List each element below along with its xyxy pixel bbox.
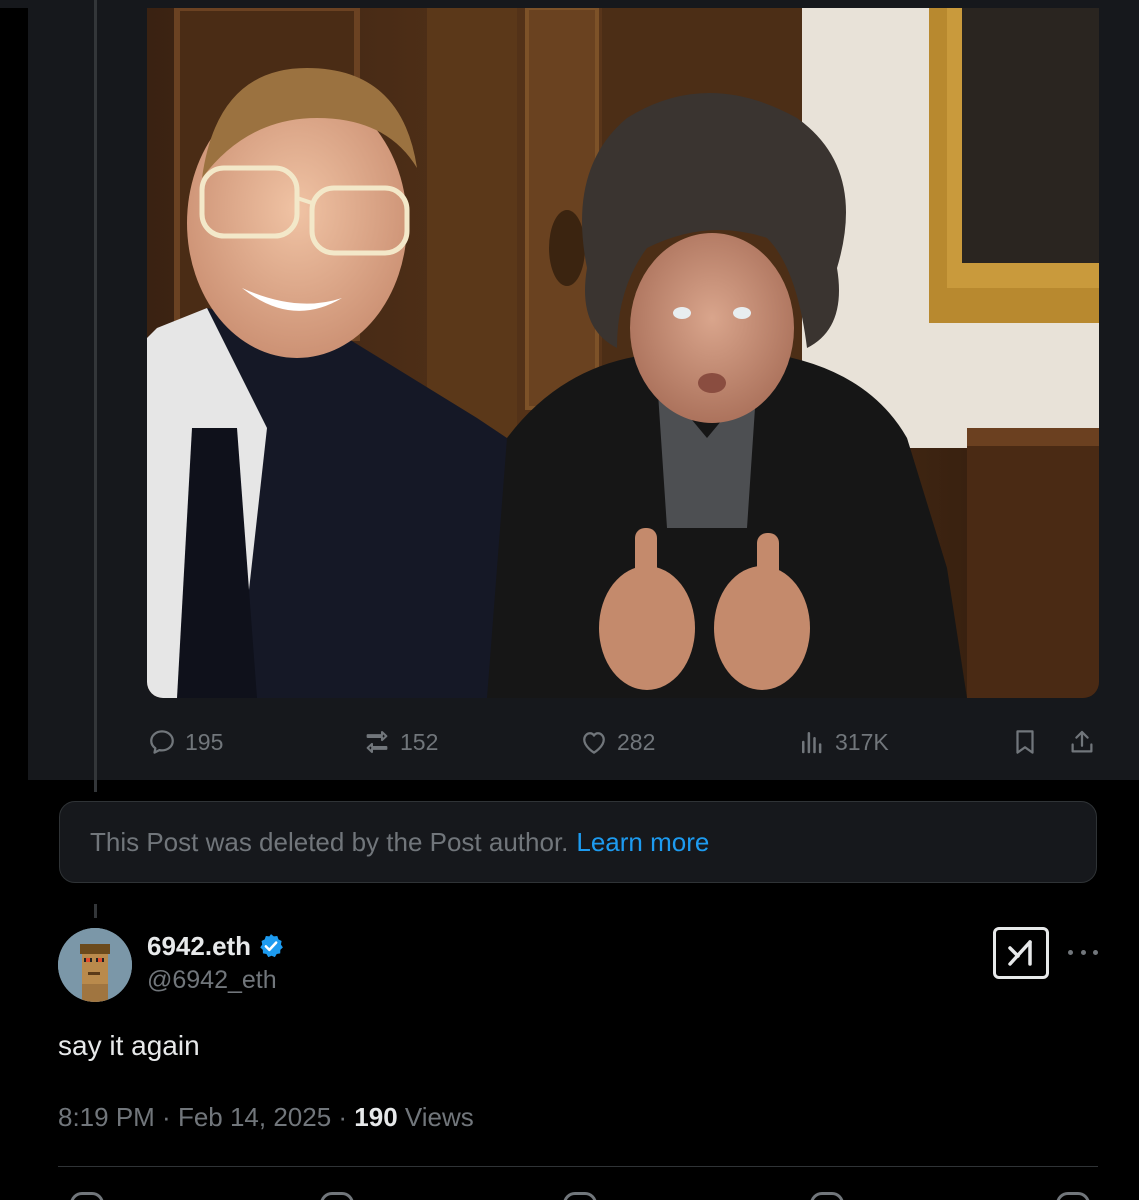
verified-badge-icon[interactable] bbox=[257, 932, 285, 960]
post-time[interactable]: 8:19 PM bbox=[58, 1102, 155, 1133]
share-icon bbox=[1071, 730, 1093, 753]
bookmark-icon[interactable] bbox=[810, 1192, 844, 1200]
deleted-notice-text: This Post was deleted by the Post author… bbox=[90, 826, 569, 857]
views-count: 317K bbox=[835, 729, 889, 755]
author-name-row[interactable]: 6942.eth bbox=[147, 928, 285, 964]
author-handle[interactable]: @6942_eth bbox=[147, 966, 277, 995]
divider bbox=[58, 1166, 1098, 1167]
post-date[interactable]: Feb 14, 2025 bbox=[178, 1102, 331, 1133]
thread-connector-line bbox=[94, 0, 97, 792]
thread-view: 195 152 282 317K This Post was deleted b… bbox=[0, 0, 1139, 1200]
reply-icon bbox=[150, 730, 174, 754]
share-button[interactable] bbox=[1067, 722, 1105, 762]
post-actions-clipped bbox=[58, 1188, 1098, 1200]
deleted-post-notice: This Post was deleted by the Post author… bbox=[59, 801, 1097, 883]
bookmark-button[interactable] bbox=[1010, 722, 1048, 762]
thread-connector-line-lower bbox=[94, 904, 97, 918]
display-name[interactable]: 6942.eth bbox=[147, 931, 251, 962]
meta-separator: · bbox=[154, 1102, 178, 1132]
avatar-image bbox=[58, 928, 132, 1002]
post-views-label-text: Views bbox=[404, 1102, 474, 1132]
bookmark-icon bbox=[1016, 730, 1034, 754]
more-dot bbox=[1093, 949, 1098, 955]
reply-icon[interactable] bbox=[70, 1192, 104, 1200]
like-count: 282 bbox=[617, 729, 656, 755]
avatar[interactable] bbox=[58, 928, 132, 1002]
more-icon[interactable] bbox=[1068, 940, 1098, 964]
repost-count: 152 bbox=[400, 729, 439, 755]
reply-count: 195 bbox=[185, 729, 224, 755]
post-views-count: 190 bbox=[354, 1102, 398, 1132]
repost-icon[interactable] bbox=[320, 1192, 354, 1200]
learn-more-link[interactable]: Learn more bbox=[576, 827, 709, 858]
more-dot bbox=[1068, 949, 1073, 955]
heart-icon[interactable] bbox=[563, 1192, 597, 1200]
post-photo[interactable] bbox=[147, 8, 1099, 698]
repost-icon bbox=[366, 731, 388, 753]
post-meta: 8:19 PM · Feb 14, 2025 · 190 Views bbox=[58, 1102, 474, 1133]
reply-button[interactable]: 195 bbox=[147, 722, 223, 762]
photo-illustration bbox=[147, 8, 1099, 698]
meta-separator: · bbox=[331, 1102, 355, 1132]
post-text: say it again bbox=[58, 1030, 200, 1061]
repost-button[interactable]: 152 bbox=[362, 722, 438, 762]
views-icon bbox=[802, 732, 822, 754]
heart-icon bbox=[583, 732, 605, 754]
post-views-label bbox=[398, 1102, 405, 1133]
like-button[interactable]: 282 bbox=[579, 722, 655, 762]
top-strip bbox=[0, 0, 1139, 8]
grok-button[interactable] bbox=[993, 927, 1049, 979]
share-icon[interactable] bbox=[1056, 1192, 1090, 1200]
quoted-post-actions: 195 152 282 317K bbox=[147, 722, 1099, 762]
views-button[interactable]: 317K bbox=[797, 722, 889, 762]
more-dot bbox=[1080, 949, 1086, 955]
grok-icon bbox=[1008, 940, 1032, 966]
